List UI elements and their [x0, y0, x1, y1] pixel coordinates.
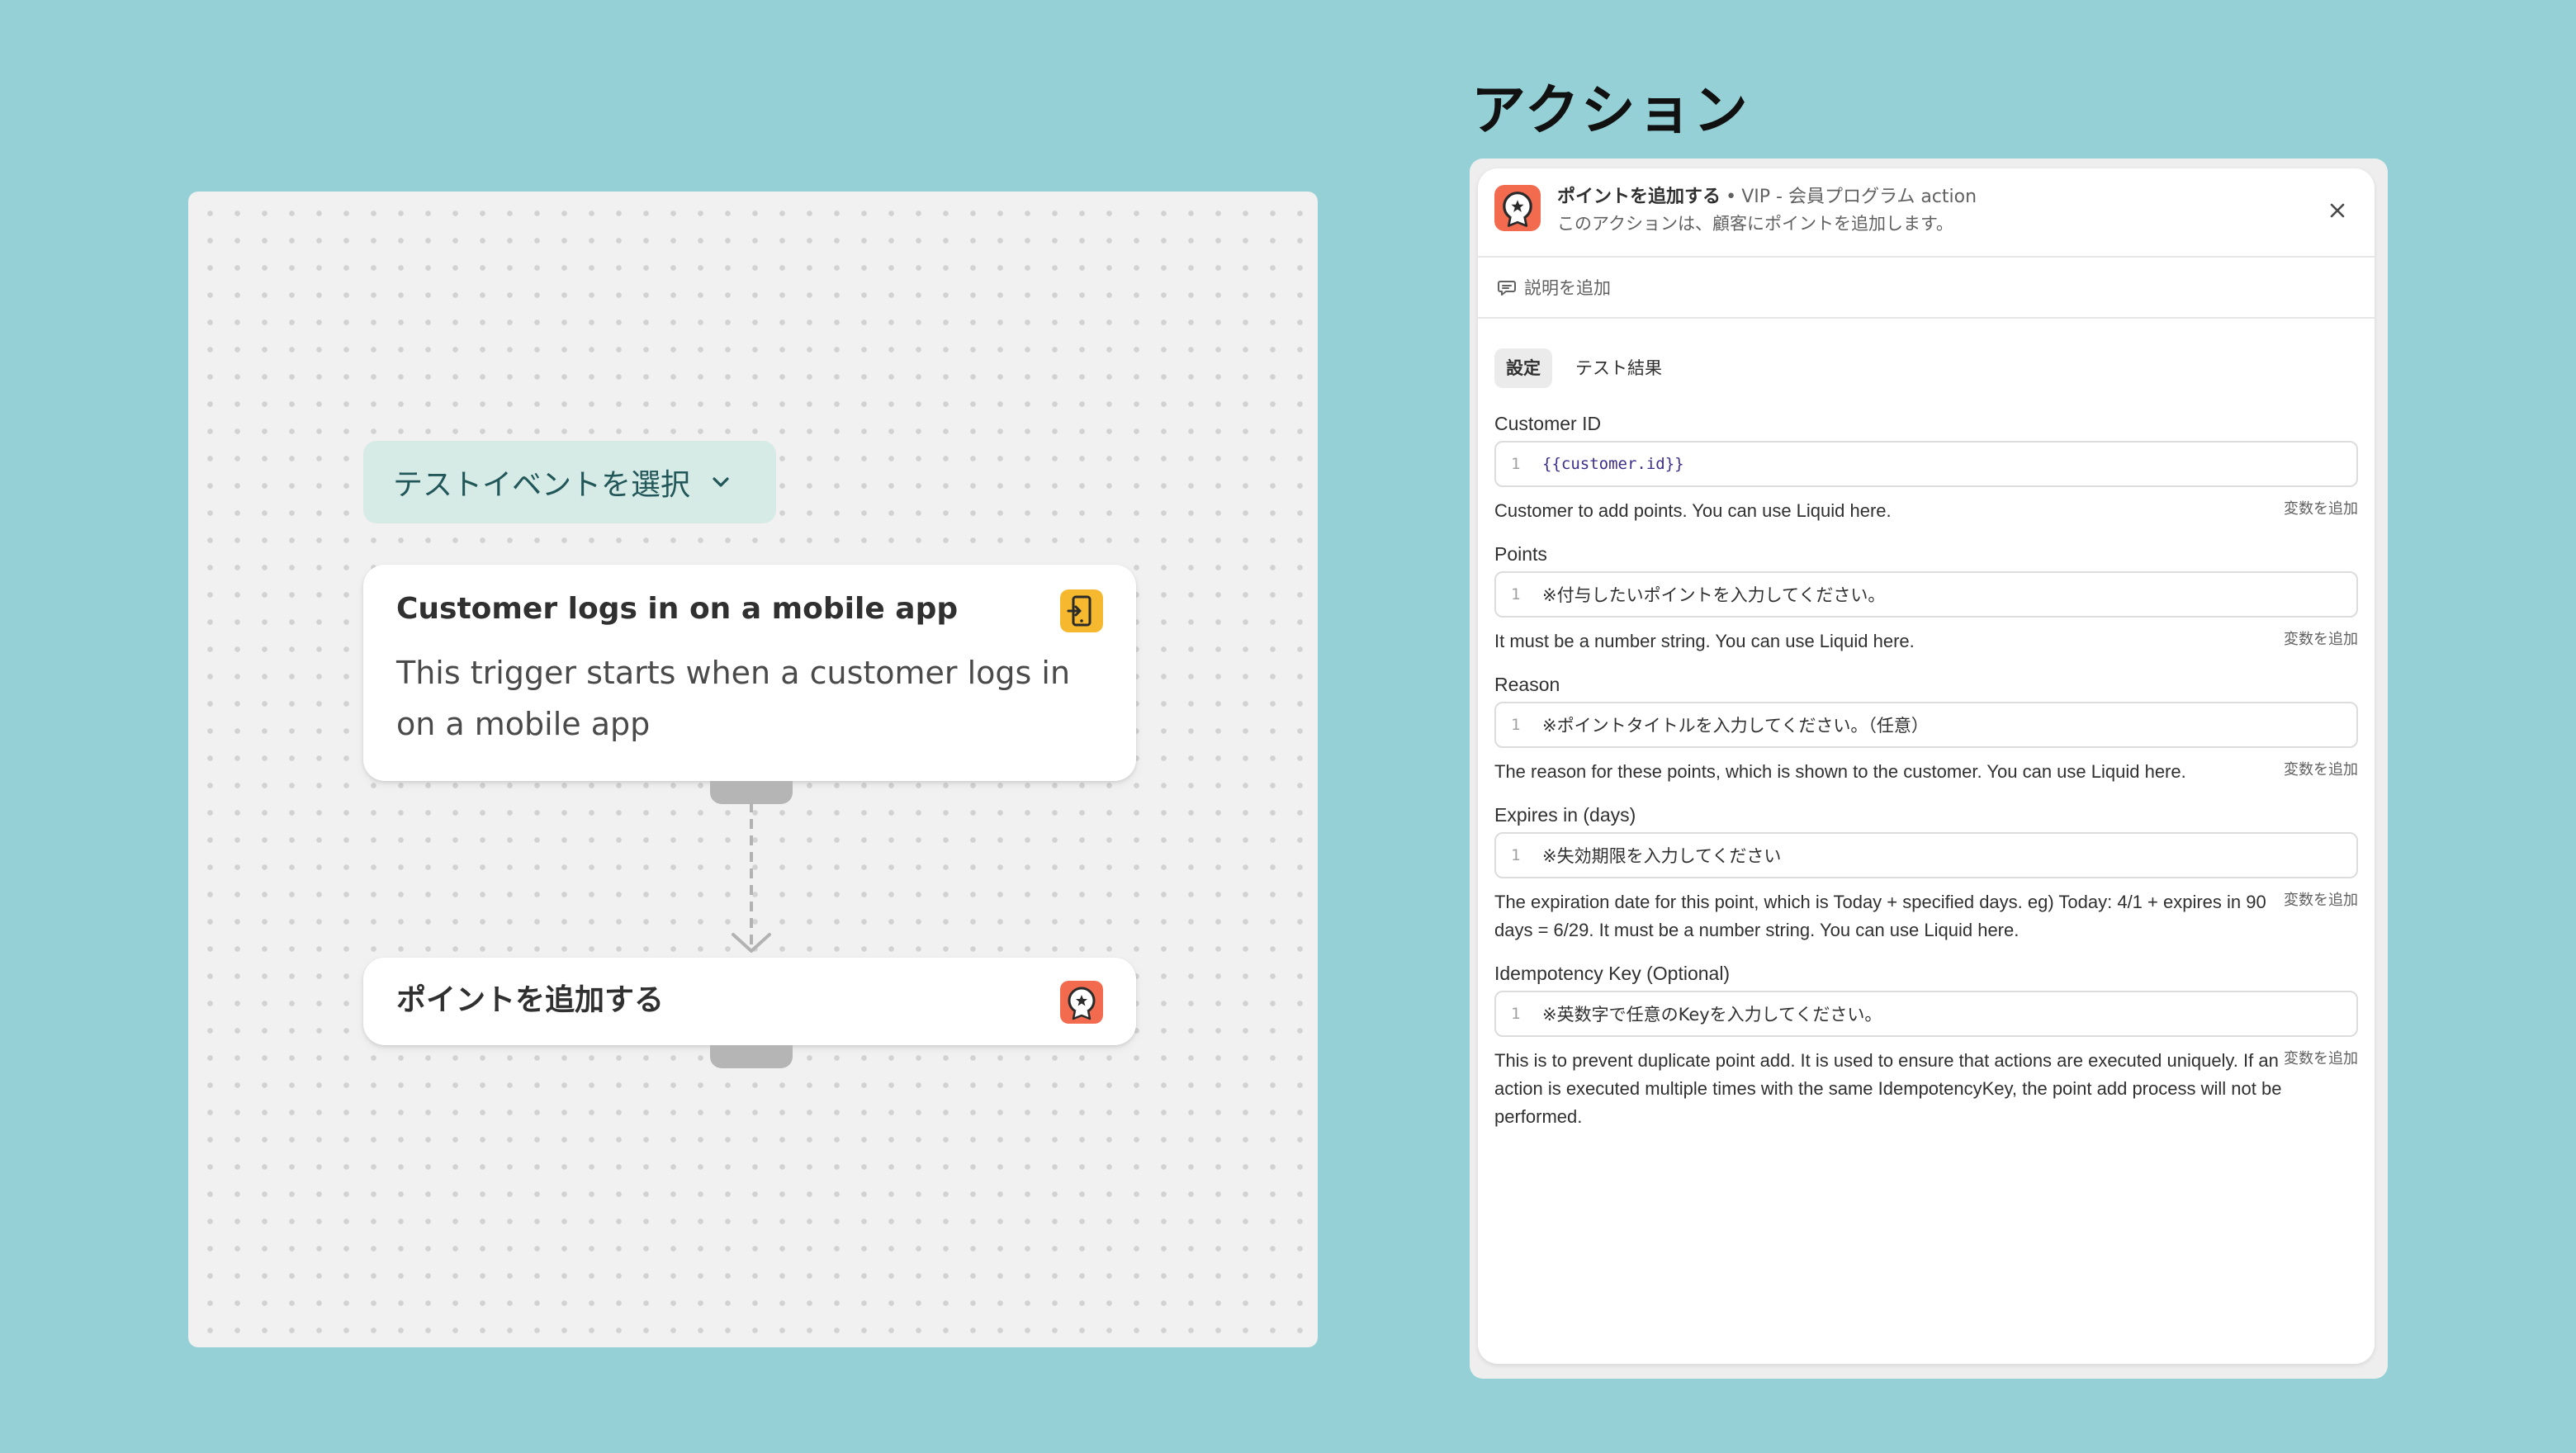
field-customer-id: Customer ID 1 {{customer.id}} Customer t… — [1494, 409, 2358, 525]
expires-in-input[interactable]: 1 ※失効期限を入力してください — [1494, 832, 2358, 878]
close-icon — [2330, 203, 2345, 218]
action-node-title: ポイントを追加する — [396, 983, 665, 1017]
action-settings-panel: ポイントを追加する • VIP - 会員プログラム action このアクション… — [1478, 168, 2375, 1364]
panel-heading: アクション — [1471, 78, 1750, 142]
action-panel-frame: ポイントを追加する • VIP - 会員プログラム action このアクション… — [1470, 159, 2388, 1379]
field-label: Customer ID — [1494, 413, 1602, 434]
vip-badge-icon — [1060, 981, 1103, 1024]
tab-settings[interactable]: 設定 — [1494, 348, 1552, 388]
points-input[interactable]: 1 ※付与したいポイントを入力してください。 — [1494, 571, 2358, 618]
select-test-event-button[interactable]: テストイベントを選択 — [363, 441, 776, 523]
field-points: Points 1 ※付与したいポイントを入力してください。 It must be… — [1494, 540, 2358, 656]
field-reason: Reason 1 ※ポイントタイトルを入力してください。（任意） The rea… — [1494, 670, 2358, 786]
input-value: ※ポイントタイトルを入力してください。（任意） — [1542, 716, 1929, 736]
field-help-text: This is to prevent duplicate point add. … — [1494, 1050, 2282, 1127]
field-expires-in: Expires in (days) 1 ※失効期限を入力してください The e… — [1494, 801, 2358, 944]
line-number: 1 — [1511, 846, 1521, 864]
add-variable-link[interactable]: 変数を追加 — [2284, 888, 2358, 913]
input-value: ※失効期限を入力してください — [1542, 846, 1782, 866]
input-value: ※付与したいポイントを入力してください。 — [1542, 585, 1886, 605]
input-value: {{customer.id}} — [1542, 455, 1684, 473]
chevron-down-icon — [708, 470, 733, 495]
panel-header: ポイントを追加する • VIP - 会員プログラム action このアクション… — [1478, 168, 2375, 258]
idempotency-key-input[interactable]: 1 ※英数字で任意のKeyを入力してください。 — [1494, 991, 2358, 1037]
action-node-card[interactable]: ポイントを追加する — [363, 958, 1136, 1045]
add-description-label: 説明を追加 — [1524, 278, 1611, 298]
tab-test-results[interactable]: テスト結果 — [1564, 348, 1674, 388]
field-help-text: The reason for these points, which is sh… — [1494, 761, 2186, 782]
field-label: Expires in (days) — [1494, 804, 1636, 826]
comment-icon — [1498, 281, 1516, 296]
add-description-button[interactable]: 説明を追加 — [1478, 258, 2375, 319]
trigger-node-card[interactable]: Customer logs in on a mobile app This tr… — [363, 565, 1136, 781]
action-output-connector[interactable] — [710, 1045, 793, 1068]
mobile-login-icon — [1060, 589, 1103, 632]
customer-id-input[interactable]: 1 {{customer.id}} — [1494, 441, 2358, 487]
title-separator: • — [1726, 187, 1737, 207]
close-button[interactable] — [2323, 196, 2351, 225]
trigger-node-title: Customer logs in on a mobile app — [396, 592, 959, 626]
input-value: ※英数字で任意のKeyを入力してください。 — [1542, 1005, 1882, 1025]
add-variable-link[interactable]: 変数を追加 — [2284, 1047, 2358, 1072]
field-help-text: Customer to add points. You can use Liqu… — [1494, 500, 1892, 521]
reason-input[interactable]: 1 ※ポイントタイトルを入力してください。（任意） — [1494, 702, 2358, 748]
field-label: Reason — [1494, 674, 1560, 695]
action-title: ポイントを追加する — [1557, 187, 1721, 207]
line-number: 1 — [1511, 1005, 1521, 1023]
line-number: 1 — [1511, 716, 1521, 734]
line-number: 1 — [1511, 585, 1521, 603]
trigger-node-description: This trigger starts when a customer logs… — [396, 655, 1071, 742]
field-label: Idempotency Key (Optional) — [1494, 963, 1731, 984]
action-subtitle: このアクションは、顧客にポイントを追加します。 — [1557, 214, 1953, 234]
field-label: Points — [1494, 543, 1547, 565]
line-number: 1 — [1511, 455, 1521, 473]
flow-connector-arrow — [710, 793, 793, 958]
panel-tabs: 設定 テスト結果 — [1494, 348, 2358, 388]
select-test-event-label: テストイベントを選択 — [393, 468, 691, 502]
add-variable-link[interactable]: 変数を追加 — [2284, 758, 2358, 783]
field-help-text: The expiration date for this point, whic… — [1494, 892, 2266, 940]
vip-app-icon — [1494, 185, 1541, 231]
add-variable-link[interactable]: 変数を追加 — [2284, 627, 2358, 652]
add-variable-link[interactable]: 変数を追加 — [2284, 497, 2358, 522]
app-name: VIP - 会員プログラム action — [1741, 187, 1977, 207]
field-help-text: It must be a number string. You can use … — [1494, 631, 1915, 651]
field-idempotency-key: Idempotency Key (Optional) 1 ※英数字で任意のKey… — [1494, 959, 2358, 1131]
